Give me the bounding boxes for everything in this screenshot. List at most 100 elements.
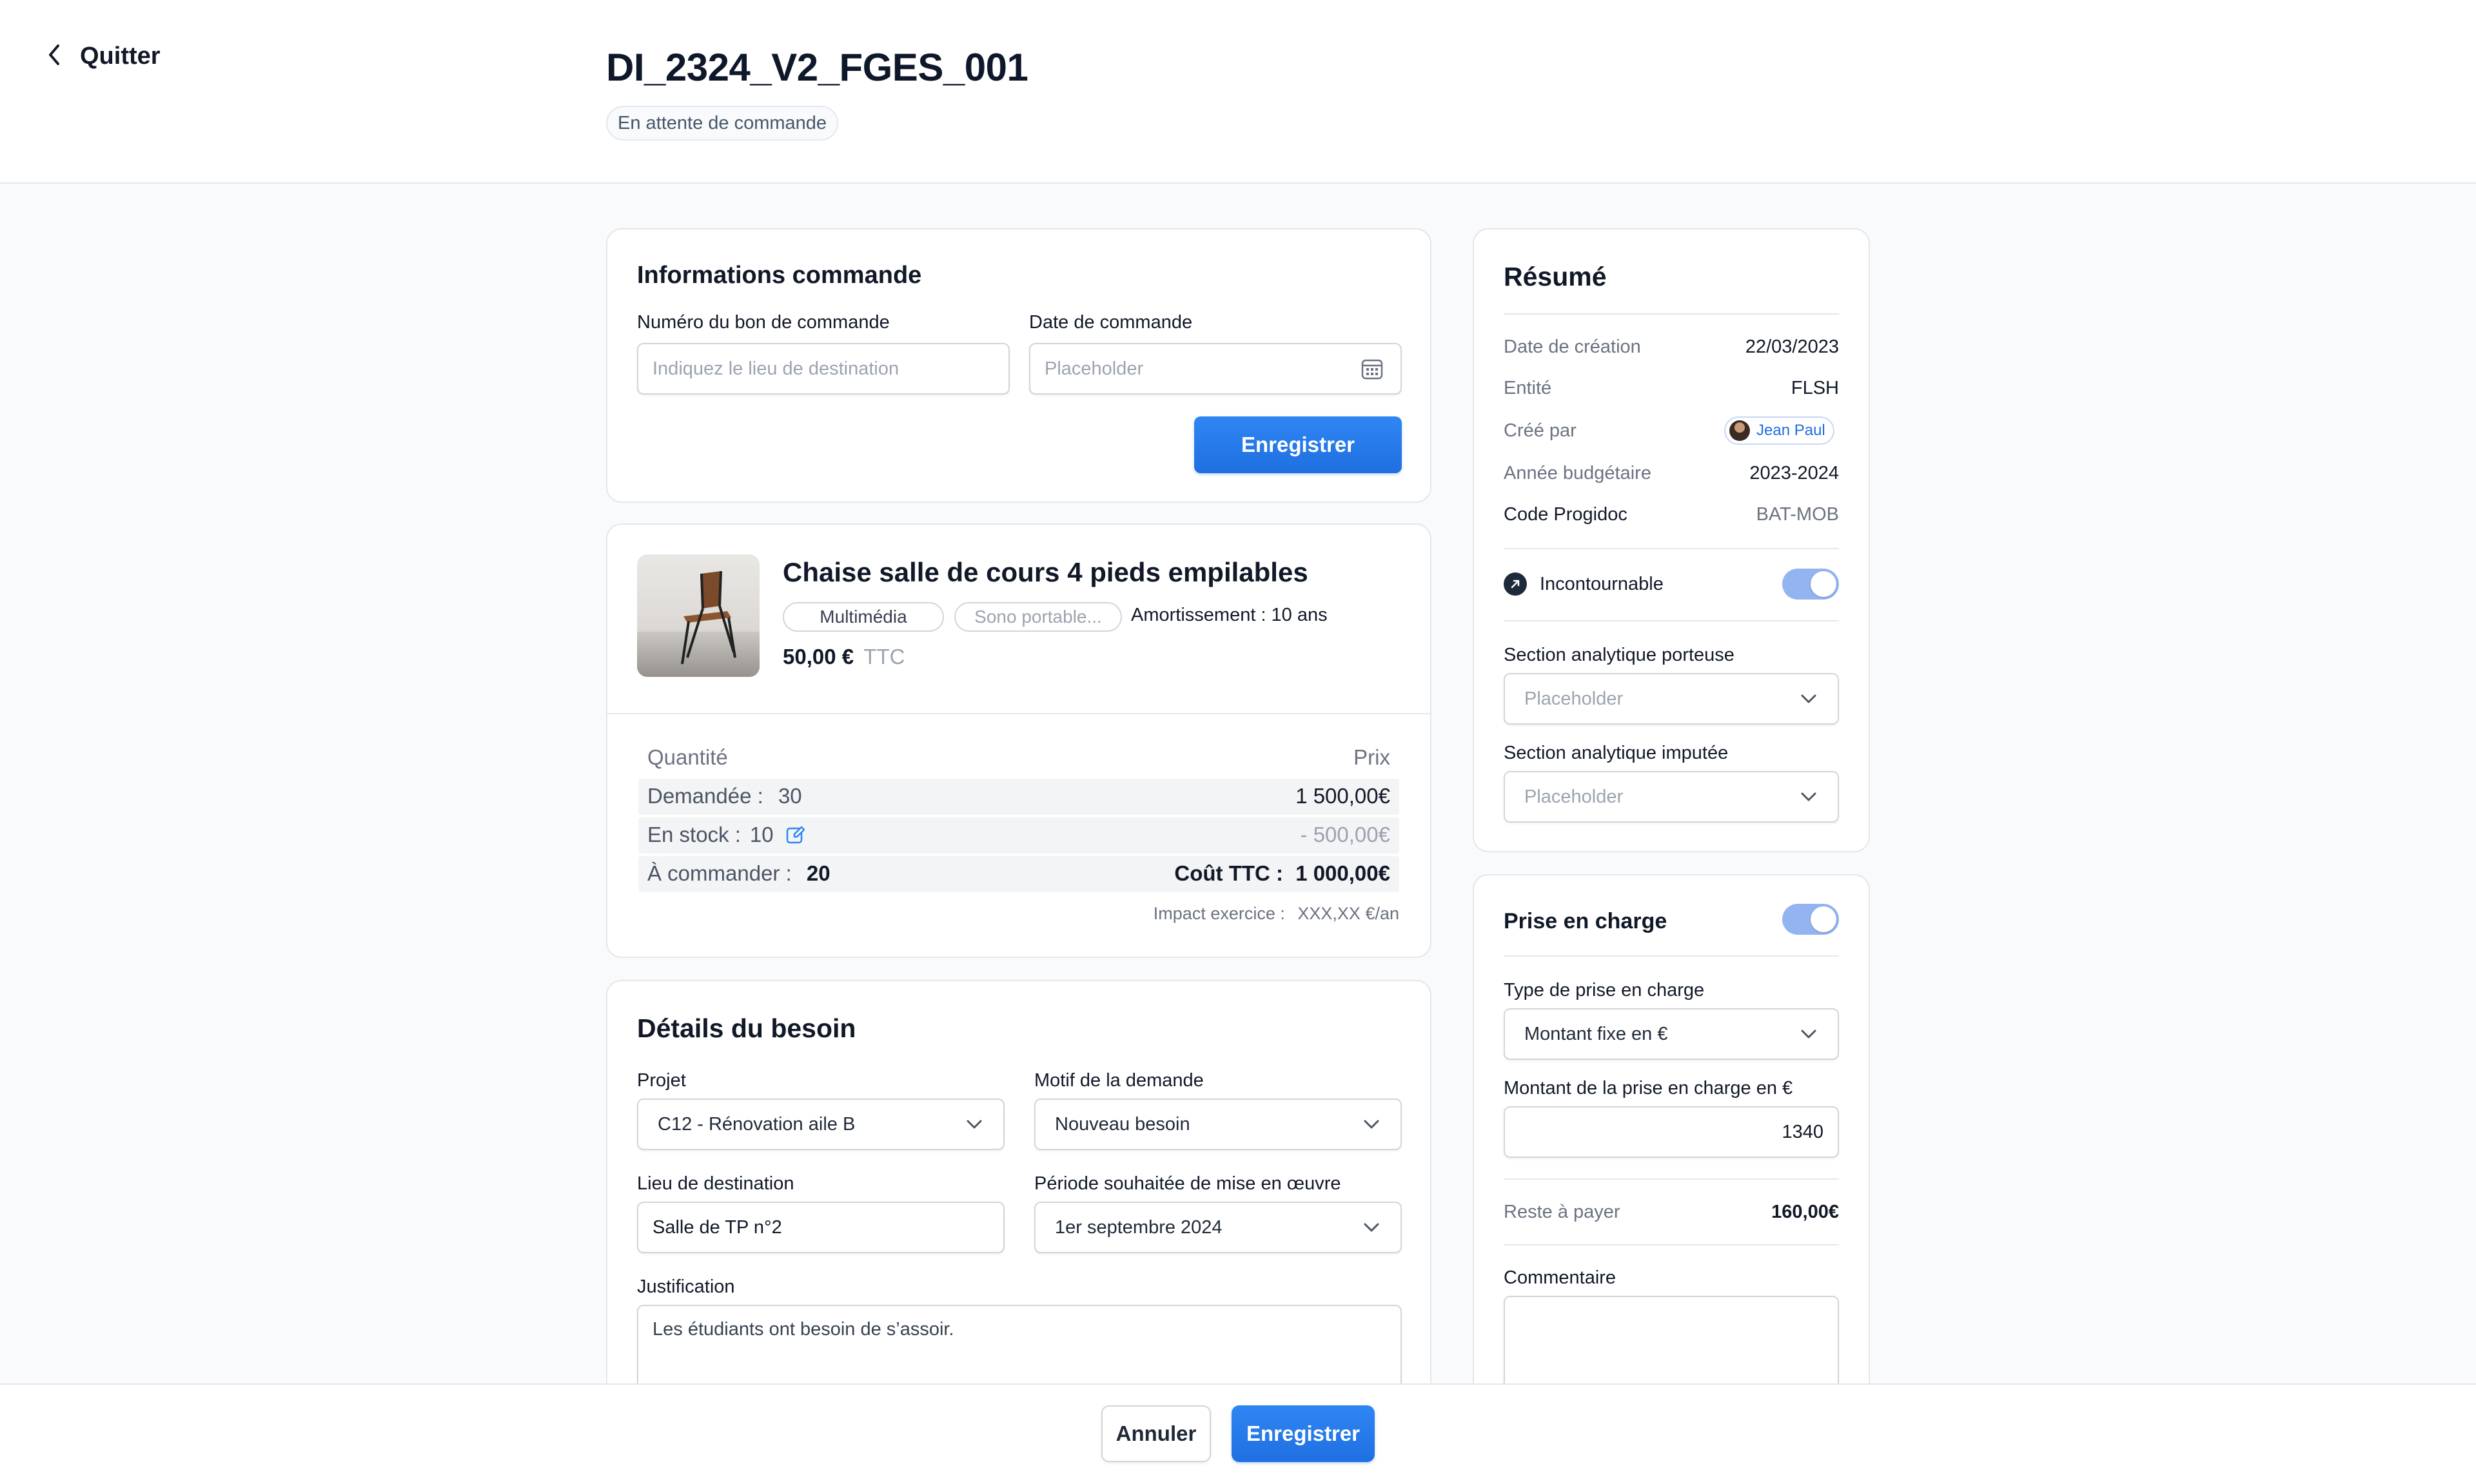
coverage-amount-input[interactable] bbox=[1504, 1106, 1839, 1158]
product-divider bbox=[607, 713, 1430, 714]
created-by-chip[interactable]: Jean Paul bbox=[1724, 416, 1834, 445]
tag-multimedia: Multimédia bbox=[783, 602, 944, 632]
stock-label-text: En stock : bbox=[647, 823, 741, 846]
cost-label: Coût TTC : bbox=[1174, 861, 1284, 885]
toggle-knob bbox=[1811, 906, 1836, 932]
price-header: Prix bbox=[1353, 745, 1390, 769]
tag-sono-portable: Sono portable... bbox=[954, 602, 1122, 632]
product-name: Chaise salle de cours 4 pieds empilables bbox=[783, 557, 1308, 587]
reason-label: Motif de la demande bbox=[1034, 1070, 1204, 1091]
coverage-type-select[interactable]: Montant fixe en € bbox=[1504, 1008, 1839, 1060]
section-charged-label: Section analytique imputée bbox=[1504, 743, 1729, 763]
coverage-type-label: Type de prise en charge bbox=[1504, 980, 1705, 1001]
quit-label: Quitter bbox=[80, 43, 161, 70]
reason-select[interactable]: Nouveau besoin bbox=[1034, 1098, 1402, 1150]
chevron-down-icon bbox=[1799, 787, 1818, 806]
order-save-button[interactable]: Enregistrer bbox=[1194, 416, 1402, 473]
chevron-down-icon bbox=[1362, 1218, 1381, 1237]
requested-price: 1 500,00€ bbox=[1295, 784, 1390, 808]
to-order-label-text: À commander : bbox=[647, 861, 792, 885]
edit-icon[interactable] bbox=[785, 825, 806, 845]
order-info-title: Informations commande bbox=[637, 262, 922, 289]
summary-title: Résumé bbox=[1504, 262, 1607, 291]
remaining-value: 160,00€ bbox=[1771, 1202, 1839, 1222]
project-value: C12 - Rénovation aile B bbox=[658, 1113, 856, 1135]
impact-text: Impact exercice : XXX,XX €/an bbox=[1032, 904, 1399, 924]
amortization-text: Amortissement : 10 ans bbox=[1131, 605, 1328, 625]
period-label: Période souhaitée de mise en œuvre bbox=[1034, 1173, 1341, 1194]
coverage-toggle[interactable] bbox=[1782, 904, 1839, 935]
creation-date-value: 22/03/2023 bbox=[1745, 337, 1839, 357]
section-charged-placeholder: Placeholder bbox=[1524, 786, 1624, 807]
entity-value: FLSH bbox=[1791, 378, 1839, 398]
stock-label: En stock : 10 bbox=[647, 823, 806, 847]
status-badge: En attente de commande bbox=[606, 106, 839, 141]
creation-date-label: Date de création bbox=[1504, 337, 1641, 357]
chevron-down-icon bbox=[1799, 689, 1818, 708]
coverage-amount-label: Montant de la prise en charge en € bbox=[1504, 1078, 1793, 1098]
chevron-left-icon bbox=[45, 43, 63, 70]
order-date-field[interactable] bbox=[1029, 343, 1402, 395]
period-value: 1er septembre 2024 bbox=[1055, 1216, 1223, 1238]
created-by-name: Jean Paul bbox=[1756, 422, 1825, 439]
section-carrier-label: Section analytique porteuse bbox=[1504, 645, 1734, 665]
order-date-input[interactable] bbox=[1029, 343, 1402, 395]
avatar bbox=[1729, 420, 1750, 441]
toggle-knob bbox=[1811, 571, 1836, 597]
need-details-title: Détails du besoin bbox=[637, 1013, 856, 1043]
progidoc-label: Code Progidoc bbox=[1504, 504, 1627, 525]
product-card: Chaise salle de cours 4 pieds empilables… bbox=[606, 523, 1431, 958]
justification-label: Justification bbox=[637, 1276, 735, 1297]
chevron-down-icon bbox=[1362, 1115, 1381, 1134]
po-number-label: Numéro du bon de commande bbox=[637, 312, 890, 333]
coverage-type-value: Montant fixe en € bbox=[1524, 1023, 1668, 1044]
summary-divider bbox=[1504, 620, 1839, 621]
comment-label: Commentaire bbox=[1504, 1267, 1616, 1288]
summary-divider bbox=[1504, 313, 1839, 315]
order-date-label: Date de commande bbox=[1029, 312, 1193, 333]
mandatory-label: Incontournable bbox=[1540, 574, 1664, 594]
product-price-value: 50,00 € bbox=[783, 645, 854, 669]
reason-value: Nouveau besoin bbox=[1055, 1113, 1190, 1135]
destination-input[interactable] bbox=[637, 1202, 1005, 1253]
summary-divider bbox=[1504, 548, 1839, 549]
quit-button[interactable]: Quitter bbox=[45, 43, 161, 70]
calendar-icon[interactable] bbox=[1361, 357, 1384, 384]
coverage-divider bbox=[1504, 1244, 1839, 1245]
po-number-input[interactable] bbox=[637, 343, 1010, 395]
section-carrier-placeholder: Placeholder bbox=[1524, 688, 1624, 709]
project-select[interactable]: C12 - Rénovation aile B bbox=[637, 1098, 1005, 1150]
project-label: Projet bbox=[637, 1070, 686, 1091]
budget-year-label: Année budgétaire bbox=[1504, 463, 1651, 483]
progidoc-value: BAT-MOB bbox=[1756, 504, 1839, 525]
page-title: DI_2324_V2_FGES_001 bbox=[606, 46, 1028, 89]
created-by-label: Créé par bbox=[1504, 420, 1577, 441]
page-header: Quitter DI_2324_V2_FGES_001 En attente d… bbox=[0, 0, 2476, 184]
cancel-button[interactable]: Annuler bbox=[1101, 1405, 1211, 1462]
requested-qty: 30 bbox=[778, 784, 802, 808]
section-carrier-select[interactable]: Placeholder bbox=[1504, 673, 1839, 725]
product-price-suffix: TTC bbox=[863, 645, 905, 669]
requested-label: Demandée : 30 bbox=[647, 784, 802, 808]
chevron-down-icon bbox=[1799, 1024, 1818, 1044]
impact-label: Impact exercice : bbox=[1153, 904, 1285, 923]
footer-save-button[interactable]: Enregistrer bbox=[1232, 1405, 1375, 1462]
section-charged-select[interactable]: Placeholder bbox=[1504, 771, 1839, 823]
entity-label: Entité bbox=[1504, 378, 1552, 398]
footer-bar: Annuler Enregistrer bbox=[0, 1383, 2476, 1484]
period-select[interactable]: 1er septembre 2024 bbox=[1034, 1202, 1402, 1253]
stock-price: - 500,00€ bbox=[1300, 823, 1390, 846]
coverage-divider bbox=[1504, 955, 1839, 957]
coverage-title: Prise en charge bbox=[1504, 909, 1667, 933]
requested-label-text: Demandée : bbox=[647, 784, 763, 808]
arrow-up-right-icon bbox=[1504, 572, 1527, 596]
quantity-header: Quantité bbox=[647, 745, 728, 769]
mandatory-toggle[interactable] bbox=[1782, 569, 1839, 600]
order-info-card: Informations commande Numéro du bon de c… bbox=[606, 228, 1431, 503]
summary-card: Résumé Date de création 22/03/2023 Entit… bbox=[1473, 228, 1870, 852]
stock-qty: 10 bbox=[749, 823, 774, 846]
coverage-card: Prise en charge Type de prise en charge … bbox=[1473, 874, 1870, 1444]
to-order-qty: 20 bbox=[806, 861, 830, 885]
to-order-label: À commander : 20 bbox=[647, 861, 830, 886]
destination-label: Lieu de destination bbox=[637, 1173, 794, 1194]
